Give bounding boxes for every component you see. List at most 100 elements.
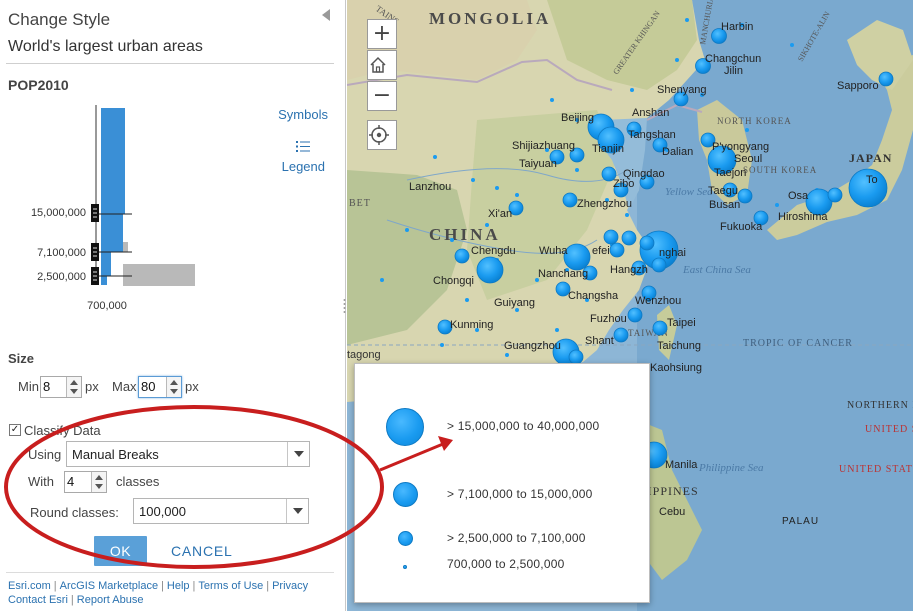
min-size-stepper[interactable]: 8 xyxy=(40,376,82,398)
collapse-arrow-icon[interactable] xyxy=(322,9,330,21)
stepper-arrows[interactable] xyxy=(66,377,81,397)
city-label: Shijiazhuang xyxy=(512,140,575,152)
city-chongqing[interactable] xyxy=(476,256,504,284)
break-handle[interactable] xyxy=(91,267,99,285)
legend-symbol-tiny xyxy=(403,565,407,569)
round-classes-select[interactable]: 100,000 xyxy=(133,498,309,524)
histogram-bar xyxy=(101,252,111,276)
break-label: 15,000,000 xyxy=(31,207,86,219)
city-label: Taiyuan xyxy=(519,158,557,170)
city-label: Busan xyxy=(709,199,740,211)
class-count-value[interactable]: 4 xyxy=(67,474,74,489)
min-size-value[interactable]: 8 xyxy=(43,379,50,394)
footer-link-privacy[interactable]: Privacy xyxy=(272,580,308,592)
city-hefei[interactable] xyxy=(603,229,619,245)
footer-links: Esri.com | ArcGIS Marketplace | Help | Terms o… xyxy=(8,579,338,607)
footer-link-report-abuse[interactable]: Report Abuse xyxy=(77,594,144,606)
city-ningbo[interactable] xyxy=(651,257,667,273)
city-label: Cebu xyxy=(659,506,685,518)
city-label: Taejon xyxy=(714,167,746,179)
break-handle[interactable] xyxy=(91,204,99,222)
city-label: Shant xyxy=(585,335,614,347)
class-count-stepper[interactable]: 4 xyxy=(64,471,107,493)
locate-button[interactable] xyxy=(367,120,397,150)
label-tropic-of-cancer: TROPIC OF CANCER xyxy=(743,338,853,349)
home-button[interactable] xyxy=(367,50,397,80)
stepper-arrows[interactable] xyxy=(166,377,181,397)
country-label-palau: PALAU xyxy=(782,516,819,527)
label-united-states-2: UNITED STATE xyxy=(839,464,913,475)
dropdown-toggle[interactable] xyxy=(286,499,308,523)
city-label: Taipei xyxy=(667,317,696,329)
city-label: Fukuoka xyxy=(720,221,763,233)
zoom-in-button[interactable]: + xyxy=(367,19,397,49)
break-handle[interactable] xyxy=(91,243,99,261)
cancel-button[interactable]: CANCEL xyxy=(171,543,233,559)
attribute-field-name: POP2010 xyxy=(8,77,69,93)
city-nagoya[interactable] xyxy=(827,187,843,203)
stepper-up-icon[interactable] xyxy=(70,380,78,385)
break-label: 7,100,000 xyxy=(37,247,86,259)
classify-data-checkbox[interactable]: ✓ xyxy=(9,424,21,436)
city-xiamen[interactable] xyxy=(613,327,629,343)
city-nanjing[interactable] xyxy=(621,230,637,246)
label-mongolia: MONGOLIA xyxy=(429,9,551,28)
footer-row: Contact Esri | Report Abuse xyxy=(8,593,338,607)
footer-link-esri[interactable]: Esri.com xyxy=(8,580,51,592)
histogram-bar xyxy=(101,108,125,214)
ok-button[interactable]: OK xyxy=(94,536,147,566)
city-label: Zibo xyxy=(613,178,634,190)
label-chittagong: tagong xyxy=(347,349,381,361)
city-label: To xyxy=(866,174,878,186)
label-yellow-sea: Yellow Sea xyxy=(665,186,713,198)
city-label: Kunming xyxy=(450,319,493,331)
label-north-korea: NORTH KOREA xyxy=(717,116,792,126)
legend-symbol-medium xyxy=(393,482,418,507)
city-zhengzhou[interactable] xyxy=(562,192,578,208)
stepper-down-icon[interactable] xyxy=(70,389,78,394)
footer-link-contact[interactable]: Contact Esri xyxy=(8,594,68,606)
panel-splitter-handle[interactable] xyxy=(343,298,346,314)
footer-separator: | xyxy=(53,580,57,592)
max-size-unit: px xyxy=(185,379,199,394)
stepper-down-icon[interactable] xyxy=(170,389,178,394)
footer-link-marketplace[interactable]: ArcGIS Marketplace xyxy=(60,580,158,592)
city-taipei[interactable] xyxy=(652,320,668,336)
max-size-value[interactable]: 80 xyxy=(141,379,155,394)
footer-link-terms[interactable]: Terms of Use xyxy=(198,580,263,592)
city-label: Dalian xyxy=(662,146,693,158)
stepper-down-icon[interactable] xyxy=(95,484,103,489)
city-label: Chengdu xyxy=(471,245,516,257)
histogram-bar xyxy=(123,242,128,252)
classification-method-select[interactable]: Manual Breaks xyxy=(66,441,310,467)
footer-link-help[interactable]: Help xyxy=(167,580,190,592)
label-northern-islands: NORTHERN ISL xyxy=(847,400,913,411)
city-label: Sapporo xyxy=(837,80,879,92)
label-japan: JAPAN xyxy=(849,151,892,165)
city-suzhou[interactable] xyxy=(609,242,625,258)
stepper-arrows[interactable] xyxy=(91,472,106,492)
city-label: Shenyang xyxy=(657,84,707,96)
city-dongguan[interactable] xyxy=(568,349,584,365)
zoom-out-button[interactable]: − xyxy=(367,81,397,111)
classification-method-value[interactable]: Manual Breaks xyxy=(72,447,159,462)
chevron-down-icon xyxy=(294,451,304,457)
stepper-up-icon[interactable] xyxy=(95,475,103,480)
city-label: Wenzhou xyxy=(635,295,681,307)
max-size-stepper[interactable]: 80 xyxy=(138,376,182,398)
city-fuzhou[interactable] xyxy=(627,307,643,323)
dropdown-toggle[interactable] xyxy=(287,442,309,466)
classify-data-label[interactable]: Classify Data xyxy=(24,423,101,438)
city-chengdu[interactable] xyxy=(454,248,470,264)
footer-separator: | xyxy=(192,580,196,592)
city-label: Taegu xyxy=(708,185,738,197)
city-sapporo[interactable] xyxy=(878,71,894,87)
city-wuxi[interactable] xyxy=(639,235,655,251)
city-wuhan[interactable] xyxy=(563,243,591,271)
city-label: Jilin xyxy=(724,65,743,77)
label-east-china-sea: East China Sea xyxy=(682,264,751,276)
city-label: Manila xyxy=(665,459,698,471)
round-classes-value[interactable]: 100,000 xyxy=(139,504,186,519)
stepper-up-icon[interactable] xyxy=(170,380,178,385)
panel-title: Change Style xyxy=(8,10,111,29)
